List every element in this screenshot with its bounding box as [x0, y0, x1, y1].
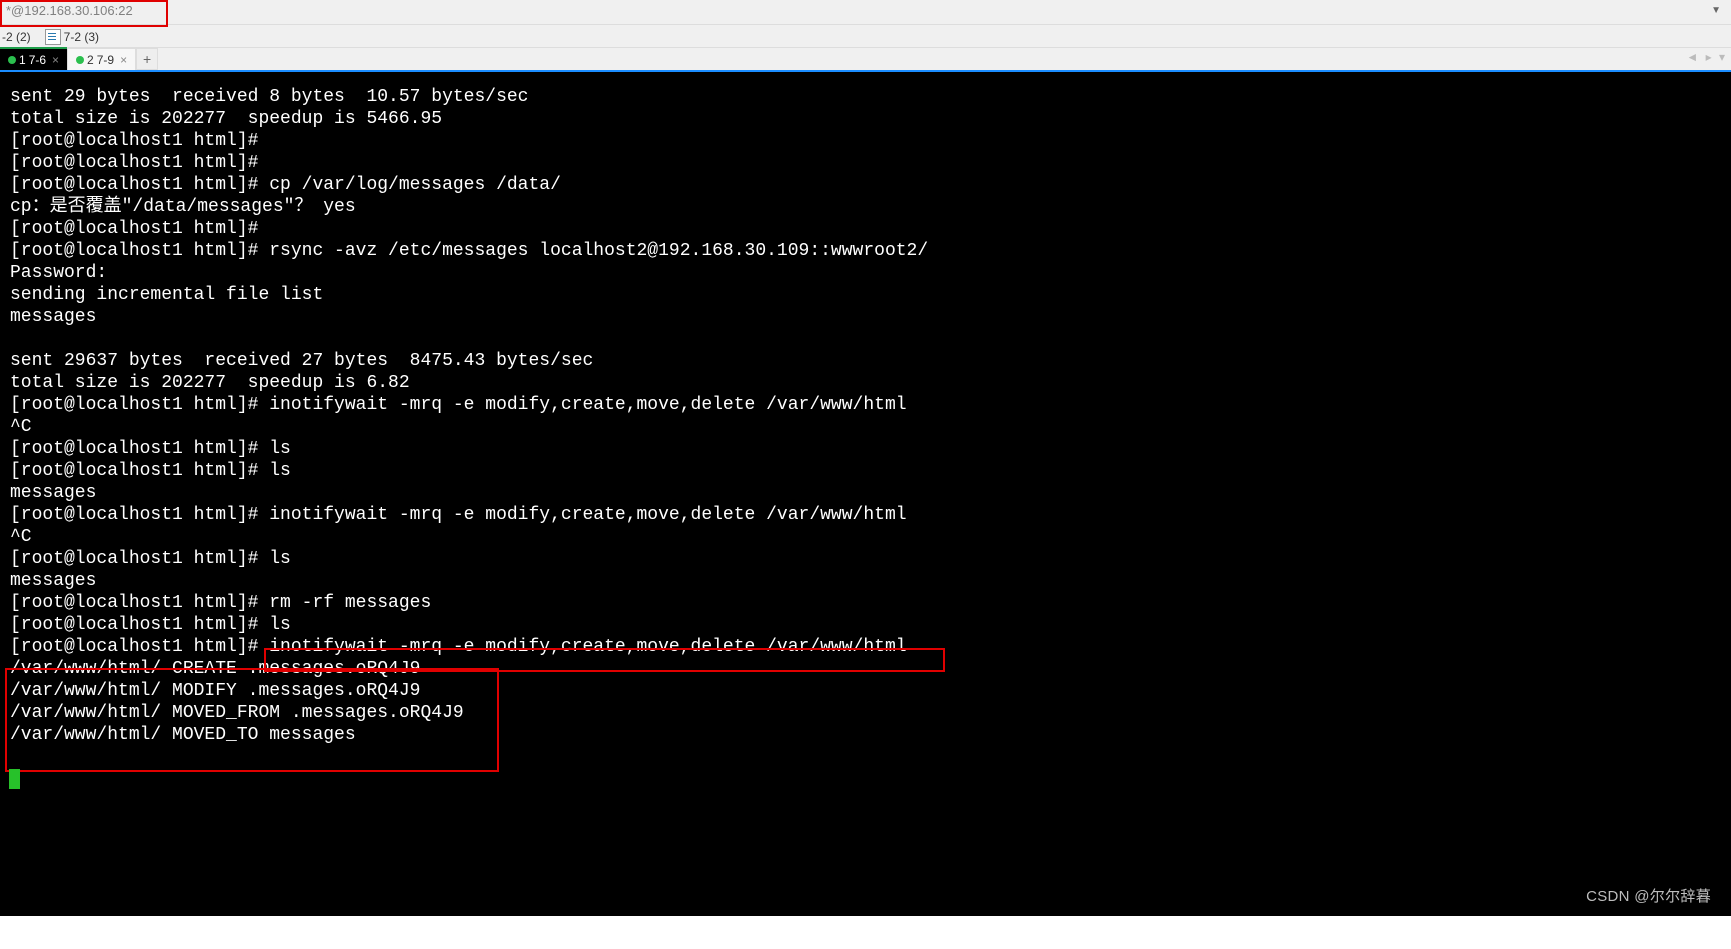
session-item-1[interactable]: -2 (2)	[2, 30, 31, 44]
window-titlebar: *@192.168.30.106:22 ▼	[0, 0, 1731, 25]
terminal-line: [root@localhost1 html]# inotifywait -mrq…	[10, 637, 907, 657]
terminal-line: [root@localhost1 html]# ls	[10, 615, 291, 635]
status-dot-icon	[8, 56, 16, 64]
terminal-line: messages	[10, 571, 96, 591]
terminal-line: total size is 202277 speedup is 5466.95	[10, 109, 442, 129]
session-item-2[interactable]: 7-2 (3)	[45, 29, 99, 45]
tab-bar: 1 7-6 × 2 7-9 × + ◄ ▸ ▾	[0, 48, 1731, 70]
close-icon[interactable]: ×	[52, 53, 59, 67]
terminal-line: /var/www/html/ CREATE .messages.oRQ4J9	[10, 659, 420, 679]
terminal-line: total size is 202277 speedup is 6.82	[10, 373, 410, 393]
session-icon	[45, 29, 61, 45]
tab-label: 7-9	[97, 53, 114, 67]
tab-7-9[interactable]: 2 7-9 ×	[67, 48, 136, 70]
terminal-output[interactable]: sent 29 bytes received 8 bytes 10.57 byt…	[0, 72, 1731, 916]
dropdown-arrow-icon[interactable]: ▼	[1711, 5, 1721, 16]
tab-nav-arrows[interactable]: ◄ ▸ ▾	[1686, 50, 1727, 64]
terminal-line: [root@localhost1 html]# inotifywait -mrq…	[10, 395, 907, 415]
status-dot-icon	[76, 56, 84, 64]
terminal-line: [root@localhost1 html]# ls	[10, 549, 291, 569]
terminal-line: ^C	[10, 527, 32, 547]
terminal-line: /var/www/html/ MOVED_FROM .messages.oRQ4…	[10, 703, 464, 723]
terminal-line: sending incremental file list	[10, 285, 323, 305]
watermark-text: CSDN @尔尔辞暮	[1586, 886, 1711, 908]
terminal-line: [root@localhost1 html]# ls	[10, 461, 291, 481]
close-icon[interactable]: ×	[120, 53, 127, 67]
window-title: *@192.168.30.106:22	[6, 3, 133, 18]
terminal-line: /var/www/html/ MOVED_TO messages	[10, 725, 356, 745]
terminal-line: cp：是否覆盖"/data/messages"？ yes	[10, 197, 356, 217]
terminal-line: [root@localhost1 html]# ls	[10, 439, 291, 459]
terminal-line: sent 29637 bytes received 27 bytes 8475.…	[10, 351, 593, 371]
terminal-line: ^C	[10, 417, 32, 437]
terminal-line: [root@localhost1 html]# rsync -avz /etc/…	[10, 241, 928, 261]
terminal-cursor	[9, 769, 20, 789]
terminal-line: [root@localhost1 html]# cp /var/log/mess…	[10, 175, 561, 195]
terminal-line: sent 29 bytes received 8 bytes 10.57 byt…	[10, 87, 528, 107]
session-bar: -2 (2) 7-2 (3)	[0, 25, 1731, 48]
terminal-line: /var/www/html/ MODIFY .messages.oRQ4J9	[10, 681, 420, 701]
add-tab-button[interactable]: +	[136, 48, 158, 70]
tab-7-6[interactable]: 1 7-6 ×	[0, 48, 67, 70]
terminal-line: [root@localhost1 html]# inotifywait -mrq…	[10, 505, 907, 525]
terminal-line: [root@localhost1 html]# rm -rf messages	[10, 593, 431, 613]
terminal-line: [root@localhost1 html]#	[10, 153, 258, 173]
tab-number: 2	[87, 53, 94, 67]
tab-number: 1	[19, 53, 26, 67]
terminal-line: [root@localhost1 html]#	[10, 219, 258, 239]
terminal-line: messages	[10, 483, 96, 503]
terminal-line: [root@localhost1 html]#	[10, 131, 258, 151]
terminal-line: messages	[10, 307, 96, 327]
tab-label: 7-6	[29, 53, 46, 67]
session-label-2: 7-2 (3)	[64, 30, 99, 44]
session-label-1: -2 (2)	[2, 30, 31, 44]
terminal-line: Password:	[10, 263, 107, 283]
